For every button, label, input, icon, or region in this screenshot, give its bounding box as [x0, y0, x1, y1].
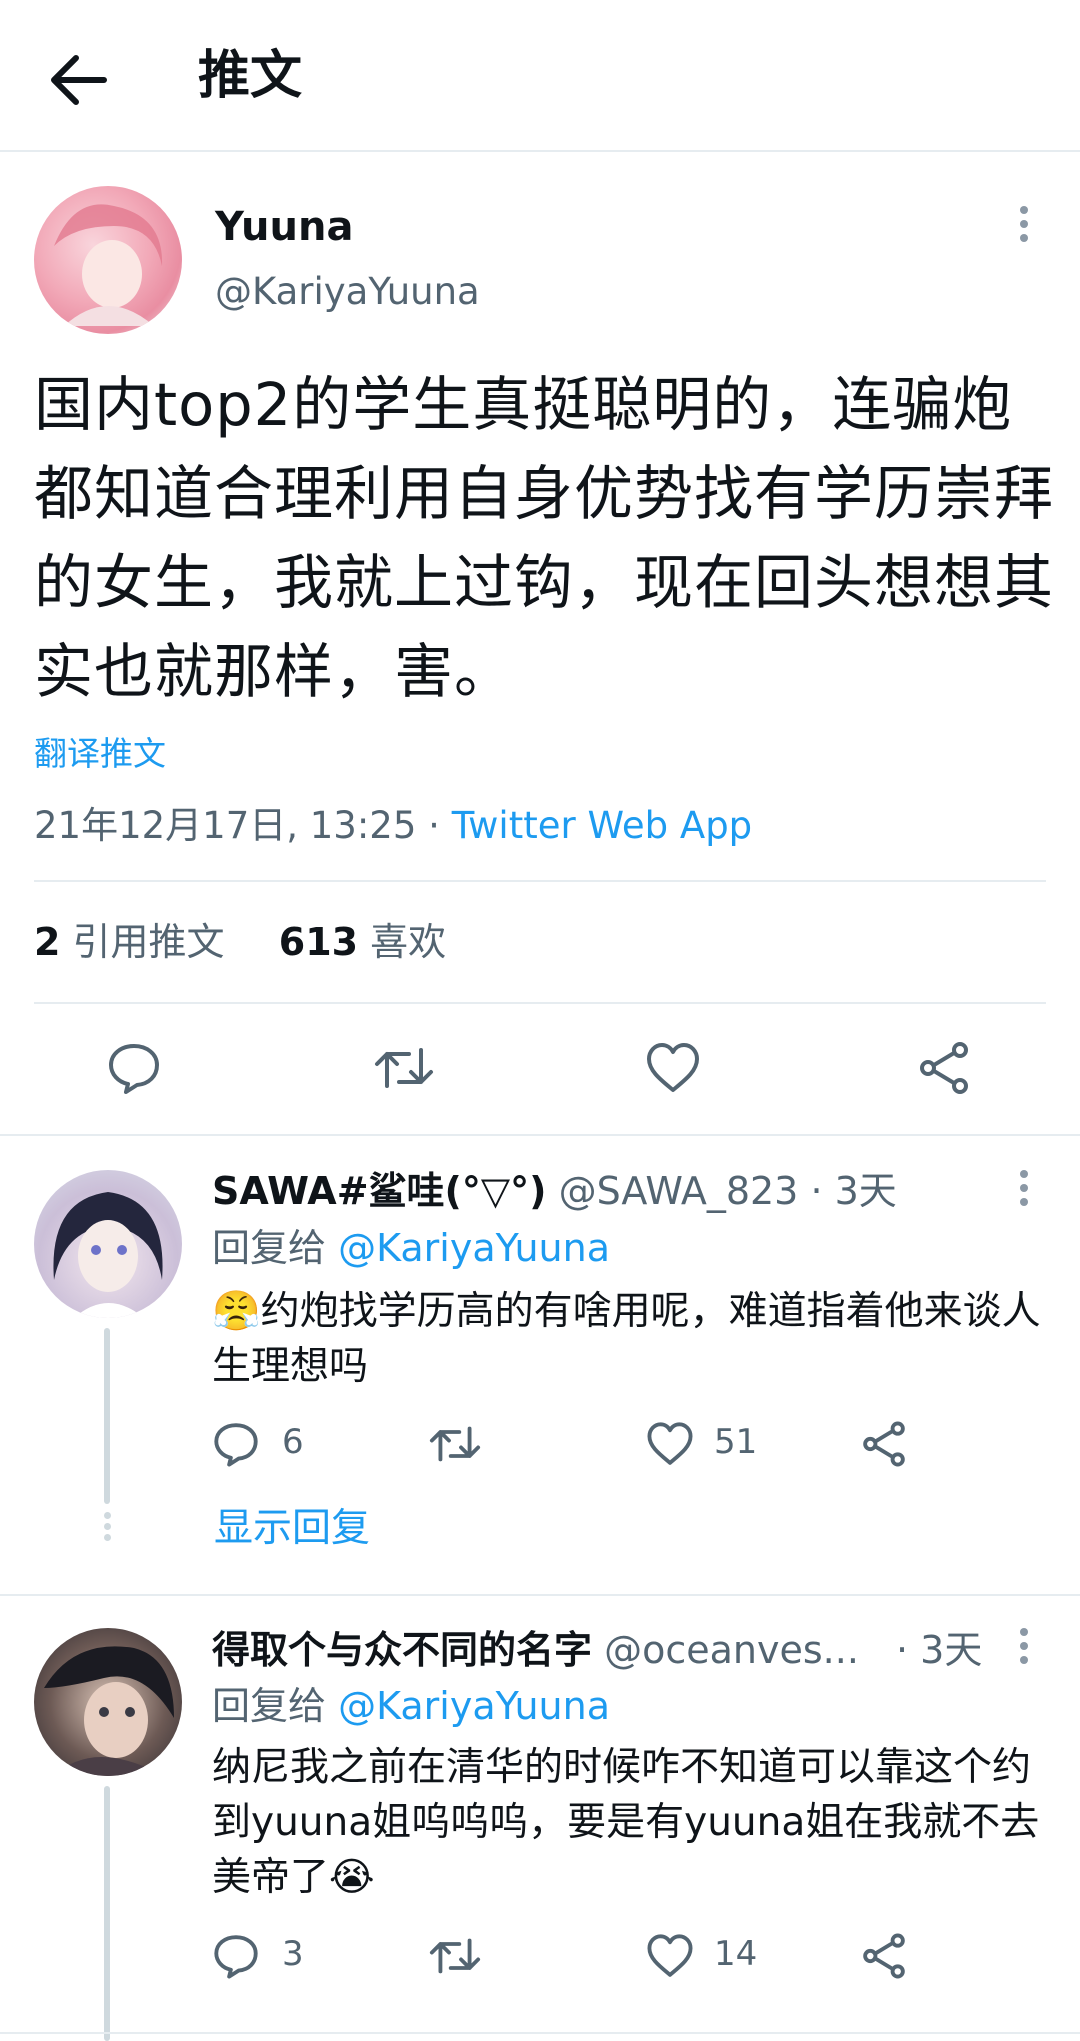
- reply-to-handle[interactable]: @KariyaYuuna: [338, 1684, 610, 1728]
- reply-to-line: 回复给 @KariyaYuuna: [212, 1222, 610, 1274]
- page-title: 推文: [198, 46, 303, 106]
- author-display-name[interactable]: Yuuna: [215, 200, 353, 254]
- thread-continuation-dots: [98, 1508, 116, 1545]
- actions-divider: [0, 1134, 1080, 1136]
- emoji-icon: 😭: [329, 1855, 375, 1900]
- retweet-icon[interactable]: [373, 1040, 435, 1096]
- quotes-label: 引用推文: [72, 920, 225, 964]
- share-icon[interactable]: [916, 1040, 972, 1096]
- more-options-icon[interactable]: [1004, 1622, 1044, 1682]
- reply-count: 3: [282, 1934, 304, 1974]
- reply-display-name[interactable]: 得取个与众不同的名字: [212, 1628, 592, 1672]
- reply-icon[interactable]: [106, 1040, 162, 1096]
- header-divider: [0, 150, 1080, 152]
- thread-line: [104, 1328, 110, 1504]
- reply-divider: [0, 2032, 1080, 2034]
- top-bar: 推文: [0, 0, 1080, 150]
- reply-count: 6: [282, 1422, 304, 1462]
- like-icon[interactable]: [645, 1040, 701, 1096]
- reply-text-block: 纳尼我之前在清华的时候咋不知道可以靠这个约到yuuna姐呜呜呜，要是有yuuna…: [212, 1740, 1042, 1905]
- reply-to-line: 回复给 @KariyaYuuna: [212, 1680, 610, 1732]
- quotes-count: 2: [34, 920, 61, 964]
- reply-time: · 3天: [896, 1628, 983, 1672]
- stats-divider-top: [34, 880, 1046, 882]
- tweet-stats: 2 引用推文 613 喜欢: [34, 916, 446, 968]
- retweet-icon[interactable]: [428, 1932, 482, 1980]
- reply-to-label: 回复给: [212, 1684, 327, 1728]
- author-avatar[interactable]: [34, 186, 182, 334]
- share-icon[interactable]: [860, 1420, 908, 1468]
- like-icon[interactable]: [646, 1932, 694, 1980]
- tweet-text: 国内top2的学生真挺聪明的，连骗炮都知道合理利用自身优势找有学历崇拜的女生，我…: [34, 370, 1055, 706]
- translate-tweet-link[interactable]: 翻译推文: [34, 730, 166, 778]
- share-icon[interactable]: [860, 1932, 908, 1980]
- author-handle[interactable]: @KariyaYuuna: [215, 266, 480, 318]
- quotes-stat[interactable]: 2 引用推文: [34, 920, 225, 964]
- tweet-timestamp: 21年12月17日, 13:25 ·: [34, 804, 440, 847]
- reply-icon[interactable]: [212, 1932, 260, 1980]
- back-arrow-icon[interactable]: [42, 44, 114, 116]
- reply-header: 得取个与众不同的名字 @oceanves...: [212, 1624, 859, 1676]
- reply-header: SAWA#鲨哇(°▽°) @SAWA_823 · 3天: [212, 1165, 897, 1217]
- reply-avatar[interactable]: [34, 1170, 182, 1318]
- likes-count: 613: [278, 920, 359, 964]
- reply-divider: [0, 1594, 1080, 1596]
- more-options-icon[interactable]: [1004, 200, 1044, 260]
- like-count: 14: [714, 1934, 758, 1974]
- likes-label: 喜欢: [370, 920, 447, 964]
- reply-to-label: 回复给: [212, 1226, 327, 1270]
- reply-to-handle[interactable]: @KariyaYuuna: [338, 1226, 610, 1270]
- like-count: 51: [714, 1422, 758, 1462]
- reply-display-name[interactable]: SAWA#鲨哇(°▽°): [212, 1169, 547, 1213]
- reply-icon[interactable]: [212, 1420, 260, 1468]
- retweet-icon[interactable]: [428, 1420, 482, 1468]
- tweet-meta: 21年12月17日, 13:25 · Twitter Web App: [34, 800, 752, 852]
- reply-handle[interactable]: @oceanves...: [604, 1628, 859, 1672]
- thread-line: [104, 1786, 110, 2041]
- likes-stat[interactable]: 613 喜欢: [279, 920, 446, 964]
- tweet-source-link[interactable]: Twitter Web App: [452, 804, 752, 847]
- reply-avatar[interactable]: [34, 1628, 182, 1776]
- emoji-icon: 😤: [212, 1289, 261, 1334]
- reply-handle[interactable]: @SAWA_823: [559, 1169, 799, 1213]
- like-icon[interactable]: [646, 1420, 694, 1468]
- more-options-icon[interactable]: [1004, 1164, 1044, 1224]
- reply-text: 约炮找学历高的有啥用呢，难道指着他来谈人生理想吗: [212, 1289, 1041, 1389]
- reply-time: · 3天: [810, 1169, 897, 1213]
- stats-divider-bottom: [34, 1002, 1046, 1004]
- reply-text-block: 😤约炮找学历高的有啥用呢，难道指着他来谈人生理想吗: [212, 1284, 1042, 1394]
- show-replies-link[interactable]: 显示回复: [214, 1502, 370, 1556]
